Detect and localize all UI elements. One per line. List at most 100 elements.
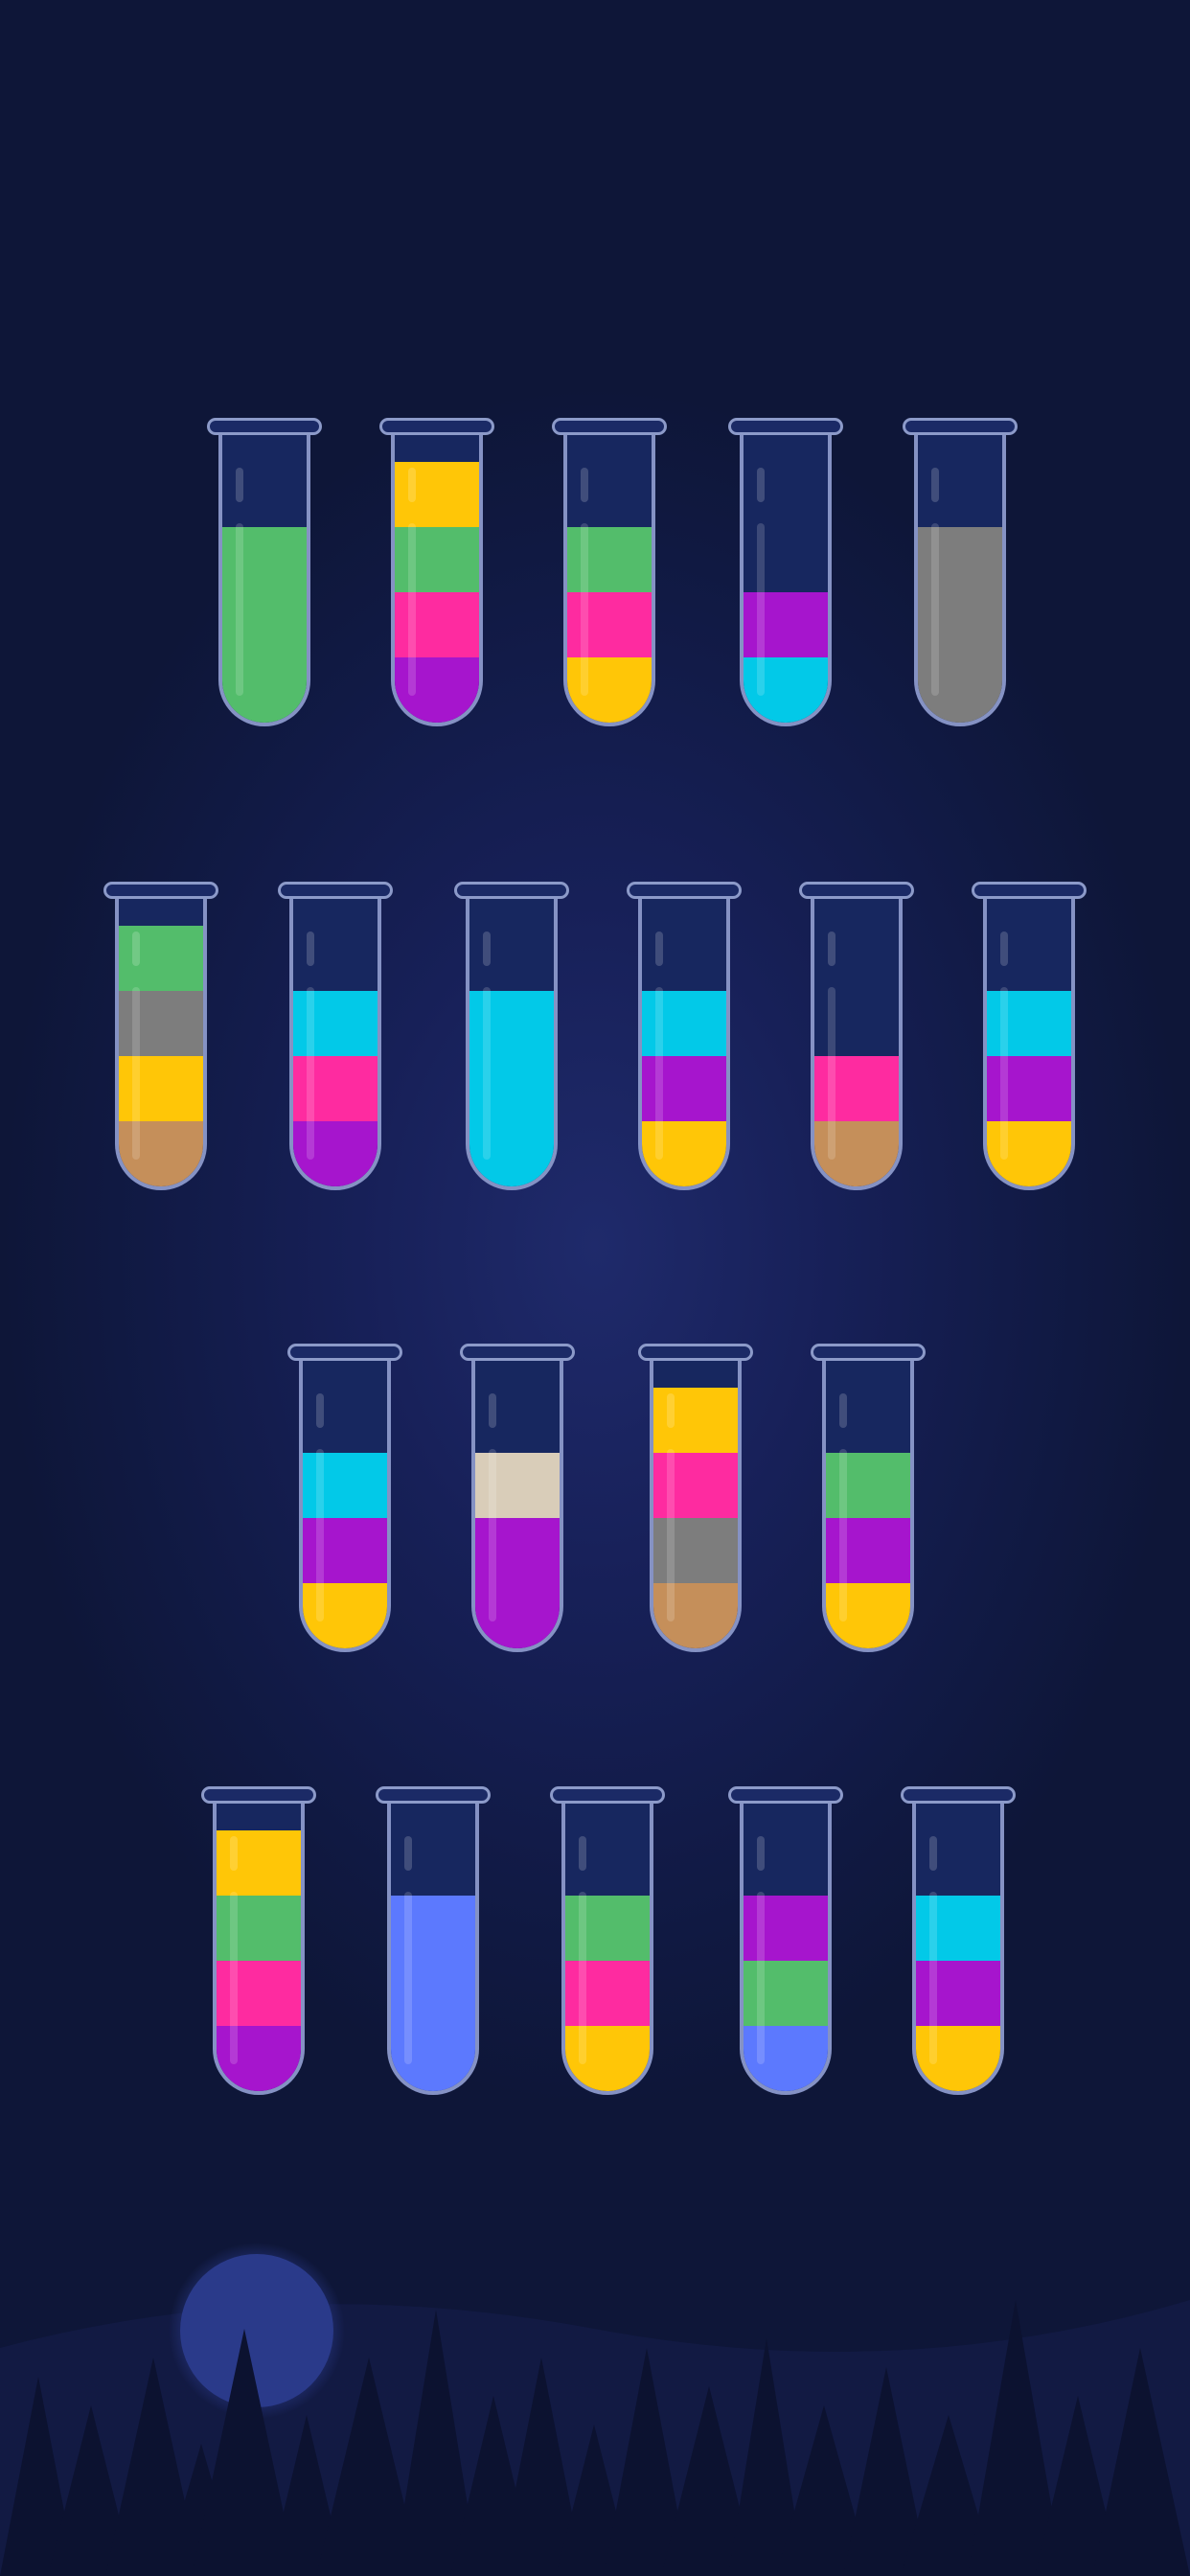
glass-highlight bbox=[931, 523, 939, 696]
tube-glass bbox=[561, 1804, 653, 2095]
glass-highlight bbox=[316, 1393, 324, 1428]
glass-highlight bbox=[655, 932, 663, 966]
glass-highlight bbox=[408, 523, 416, 696]
glass-highlight bbox=[483, 932, 491, 966]
glass-highlight bbox=[828, 987, 835, 1160]
tube[interactable] bbox=[638, 1344, 753, 1660]
tube-glass bbox=[650, 1361, 742, 1652]
tube-glass bbox=[299, 1361, 391, 1652]
tube-rim bbox=[901, 1786, 1016, 1804]
tube[interactable] bbox=[728, 1786, 843, 2103]
tube[interactable] bbox=[972, 882, 1087, 1198]
glass-highlight bbox=[307, 932, 314, 966]
tube-glass bbox=[983, 899, 1075, 1190]
tube-rim bbox=[811, 1344, 926, 1361]
glass-highlight bbox=[757, 1892, 765, 2064]
tube-rim bbox=[460, 1344, 575, 1361]
glass-highlight bbox=[757, 523, 765, 696]
tube-glass bbox=[391, 435, 483, 726]
tube[interactable] bbox=[376, 1786, 491, 2103]
glass-highlight bbox=[757, 1836, 765, 1871]
glass-highlight bbox=[839, 1393, 847, 1428]
tube-glass bbox=[213, 1804, 305, 2095]
tube-rim bbox=[103, 882, 218, 899]
glass-highlight bbox=[404, 1892, 412, 2064]
tube[interactable] bbox=[207, 418, 322, 734]
glass-highlight bbox=[757, 468, 765, 502]
tube-glass bbox=[822, 1361, 914, 1652]
glass-highlight bbox=[581, 523, 588, 696]
glass-highlight bbox=[667, 1393, 675, 1428]
glass-highlight bbox=[929, 1892, 937, 2064]
tube-glass bbox=[740, 435, 832, 726]
tube[interactable] bbox=[103, 882, 218, 1198]
tube-glass bbox=[387, 1804, 479, 2095]
tube-glass bbox=[914, 435, 1006, 726]
glass-highlight bbox=[483, 987, 491, 1160]
glass-highlight bbox=[132, 932, 140, 966]
tube-glass bbox=[638, 899, 730, 1190]
glass-highlight bbox=[132, 987, 140, 1160]
tube-rim bbox=[903, 418, 1018, 435]
glass-highlight bbox=[1000, 987, 1008, 1160]
glass-highlight bbox=[1000, 932, 1008, 966]
glass-highlight bbox=[316, 1449, 324, 1622]
glass-highlight bbox=[839, 1449, 847, 1622]
tube[interactable] bbox=[728, 418, 843, 734]
tube[interactable] bbox=[460, 1344, 575, 1660]
tube[interactable] bbox=[454, 882, 569, 1198]
tube-rim bbox=[728, 418, 843, 435]
tube-glass bbox=[289, 899, 381, 1190]
glass-highlight bbox=[307, 987, 314, 1160]
glass-highlight bbox=[489, 1393, 496, 1428]
tube[interactable] bbox=[901, 1786, 1016, 2103]
tube-glass bbox=[471, 1361, 563, 1652]
tube[interactable] bbox=[552, 418, 667, 734]
tube-glass bbox=[563, 435, 655, 726]
tube[interactable] bbox=[627, 882, 742, 1198]
tube-rim bbox=[278, 882, 393, 899]
tube-glass bbox=[218, 435, 310, 726]
glass-highlight bbox=[655, 987, 663, 1160]
glass-highlight bbox=[230, 1892, 238, 2064]
glass-highlight bbox=[667, 1449, 675, 1622]
glass-highlight bbox=[236, 468, 243, 502]
tube[interactable] bbox=[201, 1786, 316, 2103]
tube-glass bbox=[912, 1804, 1004, 2095]
glass-highlight bbox=[581, 468, 588, 502]
glass-highlight bbox=[929, 1836, 937, 1871]
glass-highlight bbox=[408, 468, 416, 502]
tube[interactable] bbox=[811, 1344, 926, 1660]
glass-highlight bbox=[828, 932, 835, 966]
tube-glass bbox=[466, 899, 558, 1190]
tube-rim bbox=[728, 1786, 843, 1804]
glass-highlight bbox=[489, 1449, 496, 1622]
tube-rim bbox=[638, 1344, 753, 1361]
tube[interactable] bbox=[287, 1344, 402, 1660]
tube-rim bbox=[799, 882, 914, 899]
tube[interactable] bbox=[379, 418, 494, 734]
tube[interactable] bbox=[799, 882, 914, 1198]
glass-highlight bbox=[931, 468, 939, 502]
tube[interactable] bbox=[278, 882, 393, 1198]
tube-rim bbox=[972, 882, 1087, 899]
tube-glass bbox=[115, 899, 207, 1190]
tube-rim bbox=[454, 882, 569, 899]
tube-rim bbox=[201, 1786, 316, 1804]
tube-glass bbox=[740, 1804, 832, 2095]
tube-rim bbox=[552, 418, 667, 435]
tube-rim bbox=[627, 882, 742, 899]
tube[interactable] bbox=[903, 418, 1018, 734]
glass-highlight bbox=[404, 1836, 412, 1871]
tube-rim bbox=[376, 1786, 491, 1804]
tube-rim bbox=[379, 418, 494, 435]
glass-highlight bbox=[230, 1836, 238, 1871]
glass-highlight bbox=[579, 1836, 586, 1871]
tube[interactable] bbox=[550, 1786, 665, 2103]
tube-rim bbox=[207, 418, 322, 435]
night-forest-scenery bbox=[0, 2242, 1190, 2576]
tube-rim bbox=[287, 1344, 402, 1361]
glass-highlight bbox=[236, 523, 243, 696]
tube-rim bbox=[550, 1786, 665, 1804]
tube-glass bbox=[811, 899, 903, 1190]
